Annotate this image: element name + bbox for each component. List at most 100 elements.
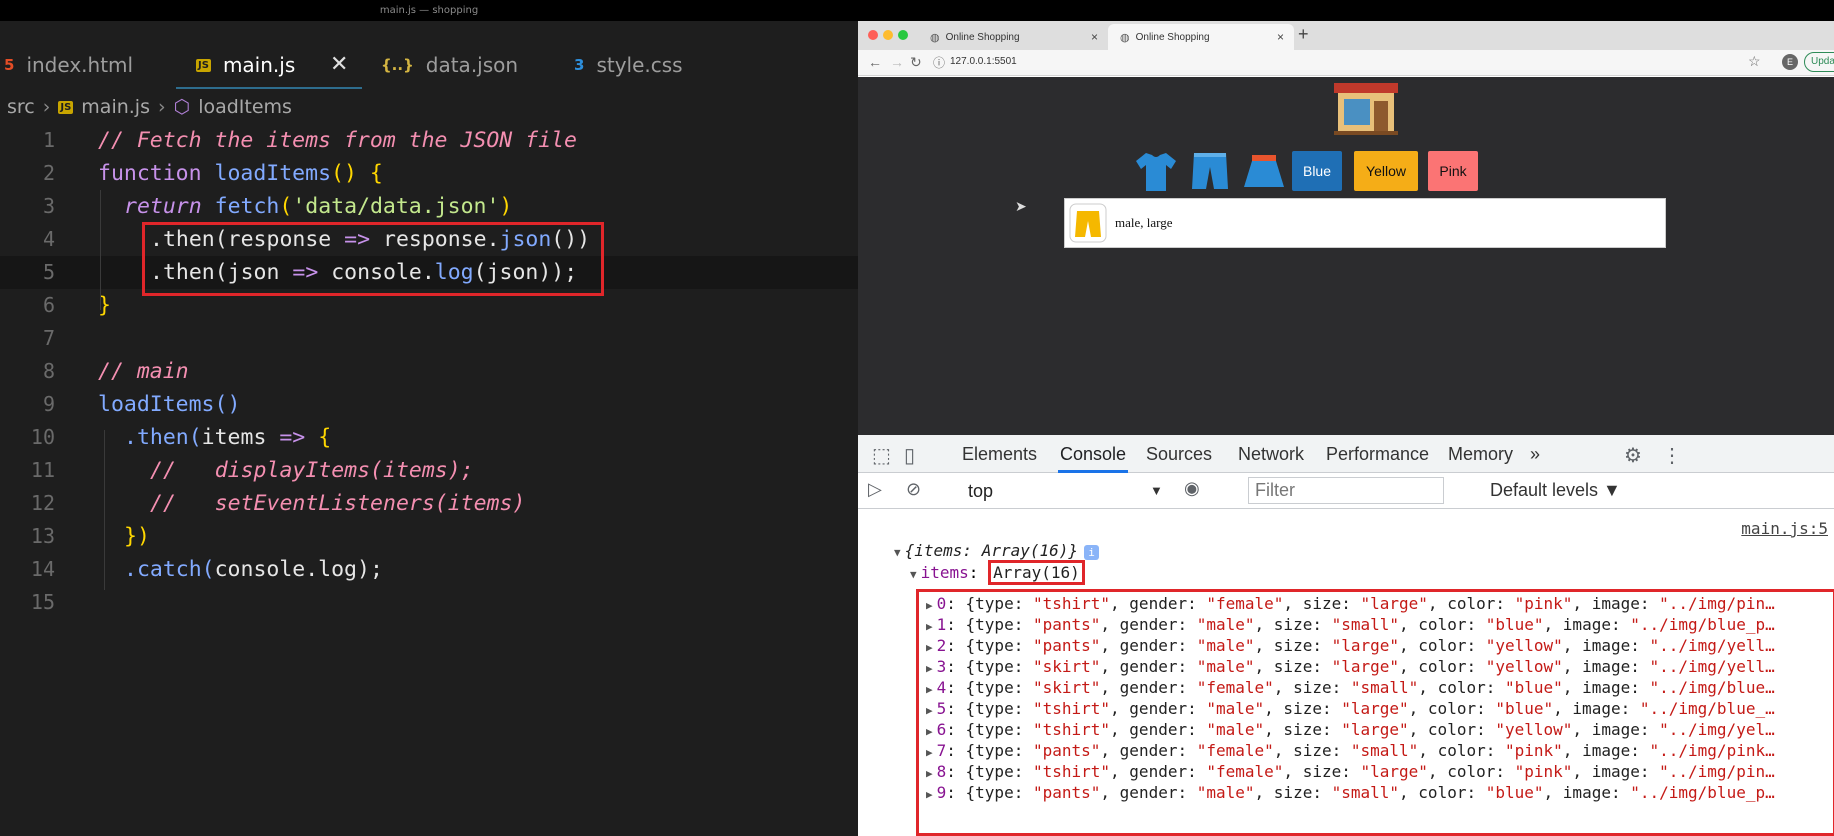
browser-tab-active[interactable]: ◍ Online Shopping × <box>1108 24 1294 50</box>
tab-console[interactable]: Console <box>1058 435 1129 473</box>
mouse-cursor-icon: ➤ <box>1015 198 1027 214</box>
update-button[interactable]: Upda <box>1804 52 1834 72</box>
item-list: male, large <box>1064 198 1666 248</box>
active-tab-indicator <box>176 87 362 89</box>
tab-memory[interactable]: Memory <box>1448 435 1513 473</box>
chevron-right-icon: › <box>158 96 166 118</box>
cube-icon: ⬡ <box>173 96 191 118</box>
more-options-icon[interactable]: ⋮ <box>1662 443 1682 468</box>
inspect-element-icon[interactable]: ⬚ <box>872 443 891 468</box>
code-line: }) <box>124 524 150 549</box>
breadcrumb-symbol[interactable]: loadItems <box>198 96 292 118</box>
window-title: main.js — shopping <box>0 0 858 21</box>
code-line: // Fetch the items from the JSON file <box>98 128 577 153</box>
globe-icon: ◍ <box>1120 31 1130 44</box>
code-line: loadItems() <box>98 392 241 417</box>
console-output: main.js:5 ▼ {items: Array(16)} i ▼ items: A… <box>858 509 1834 836</box>
bookmark-star-icon[interactable]: ☆ <box>1748 53 1761 70</box>
pink-button[interactable]: Pink <box>1428 151 1478 191</box>
skirt-icon[interactable] <box>1240 149 1288 193</box>
line-number: 5 <box>42 260 55 284</box>
tab-sources[interactable]: Sources <box>1146 435 1212 473</box>
breadcrumb-file[interactable]: main.js <box>81 96 150 118</box>
gear-icon[interactable]: ⚙ <box>1624 443 1642 468</box>
caret-down-icon[interactable]: ▼ <box>1150 483 1163 498</box>
line-number: 8 <box>42 359 55 383</box>
minimize-window-button[interactable] <box>883 30 893 40</box>
indent-guide <box>104 430 105 590</box>
line-number: 11 <box>30 458 55 482</box>
reload-icon[interactable]: ↻ <box>910 54 922 71</box>
expand-triangle-icon[interactable]: ▼ <box>894 546 901 559</box>
browser-tab-strip: ◍ Online Shopping × ◍ Online Shopping × … <box>858 21 1834 50</box>
yellow-button[interactable]: Yellow <box>1354 151 1418 191</box>
code-line: // displayItems(items); <box>150 458 474 483</box>
tab-index-html[interactable]: 5 index.html <box>4 40 133 90</box>
code-area[interactable]: 1 // Fetch the items from the JSON file 2… <box>0 124 858 619</box>
device-toolbar-icon[interactable]: ▯ <box>904 443 915 468</box>
line-number: 3 <box>42 194 55 218</box>
globe-icon: ◍ <box>930 31 940 44</box>
breadcrumb-folder[interactable]: src <box>7 96 35 118</box>
highlight-box <box>916 589 1834 836</box>
editor-tab-bar: 5 index.html JS main.js {..} data.json 3… <box>0 40 858 90</box>
browser-tab-label: Online Shopping <box>1135 31 1210 43</box>
address-bar[interactable]: 127.0.0.1:5501 <box>950 56 1017 67</box>
blue-button[interactable]: Blue <box>1292 151 1342 191</box>
code-line: // main <box>98 359 189 384</box>
code-line: // setEventListeners(items) <box>150 491 526 516</box>
items-property[interactable]: ▼ items: Array(16) <box>910 560 1085 585</box>
browser-toolbar: ← → ↻ ⓘ 127.0.0.1:5501 ☆ E Upda <box>858 50 1834 76</box>
maximize-window-button[interactable] <box>898 30 908 40</box>
log-levels-dropdown[interactable]: Default levels ▼ <box>1490 480 1621 501</box>
back-icon[interactable]: ← <box>868 54 882 70</box>
tab-main-js[interactable]: JS main.js <box>196 40 295 90</box>
code-line: .then(items => { <box>124 425 332 450</box>
tab-data-json[interactable]: {..} data.json <box>381 40 518 90</box>
browser-window: ◍ Online Shopping × ◍ Online Shopping × … <box>858 21 1834 836</box>
button-label: Pink <box>1439 163 1467 179</box>
line-number: 15 <box>30 590 55 614</box>
forward-icon[interactable]: → <box>890 54 904 70</box>
code-line: function loadItems() { <box>98 161 383 186</box>
line-number: 14 <box>30 557 55 581</box>
js-file-icon: JS <box>196 58 211 72</box>
pants-icon[interactable] <box>1186 149 1234 193</box>
filter-input[interactable]: Filter <box>1248 477 1444 504</box>
code-editor: main.js — shopping 5 index.html JS main.… <box>0 0 858 836</box>
console-toolbar: ▷ ⊘ top ▼ ◉ Filter Default levels ▼ <box>858 473 1834 509</box>
console-object[interactable]: ▼ {items: Array(16)} i <box>894 541 1100 560</box>
tab-performance[interactable]: Performance <box>1326 435 1429 473</box>
profile-avatar[interactable]: E <box>1782 54 1798 70</box>
context-selector[interactable]: top <box>968 481 993 502</box>
expand-triangle-icon[interactable]: ▼ <box>910 568 917 581</box>
close-tab-icon[interactable]: × <box>1277 30 1284 44</box>
sidebar-toggle-icon[interactable]: ▷ <box>868 479 882 500</box>
close-window-button[interactable] <box>868 30 878 40</box>
source-link[interactable]: main.js:5 <box>1741 519 1828 538</box>
tab-elements[interactable]: Elements <box>962 435 1037 473</box>
line-number: 13 <box>30 524 55 548</box>
html-file-icon: 5 <box>4 56 15 74</box>
line-number: 10 <box>30 425 55 449</box>
info-icon[interactable]: ⓘ <box>933 54 945 71</box>
close-tab-icon[interactable]: ✕ <box>330 51 348 77</box>
button-label: Yellow <box>1366 163 1406 179</box>
more-tabs-icon[interactable]: » <box>1530 435 1540 473</box>
breadcrumb: src › JS main.js › ⬡ loadItems <box>7 95 292 119</box>
clear-console-icon[interactable]: ⊘ <box>906 479 921 500</box>
store-logo[interactable] <box>1330 77 1402 137</box>
eye-icon[interactable]: ◉ <box>1184 478 1200 499</box>
tshirt-icon[interactable] <box>1132 149 1180 193</box>
highlight-box <box>142 222 604 296</box>
close-tab-icon[interactable]: × <box>1091 30 1098 44</box>
tab-label: data.json <box>425 53 519 77</box>
tab-network[interactable]: Network <box>1238 435 1304 473</box>
new-tab-button[interactable]: + <box>1298 24 1309 45</box>
info-icon[interactable]: i <box>1084 545 1100 560</box>
tab-style-css[interactable]: 3 style.css <box>574 40 683 90</box>
chevron-right-icon: › <box>42 96 51 118</box>
js-file-icon: JS <box>58 100 74 114</box>
browser-tab-label: Online Shopping <box>945 31 1020 43</box>
browser-tab[interactable]: ◍ Online Shopping × <box>918 24 1108 50</box>
